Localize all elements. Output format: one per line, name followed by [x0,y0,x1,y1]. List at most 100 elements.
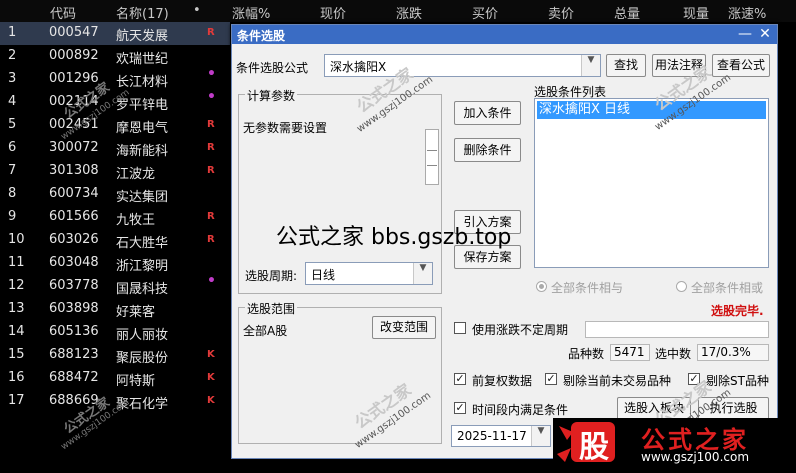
stock-row[interactable]: 7 301308 江波龙 R [0,160,230,183]
header-price[interactable]: 现价 [320,3,346,22]
stock-name: 长江材料 [116,75,169,90]
date-picker[interactable]: 2025-11-17 ▼ [451,425,551,447]
radio-and-label[interactable]: 全部条件相与 [551,279,623,296]
header-ask[interactable]: 卖价 [548,3,574,22]
stock-code: 301308 [49,163,99,178]
stock-row[interactable]: 10 603026 石大胜华 R [0,229,230,252]
stock-row[interactable]: 16 688472 阿特斯 K [0,367,230,390]
stock-row[interactable]: 13 603898 好莱客 [0,298,230,321]
header-change[interactable]: 涨跌 [396,3,422,22]
dialog-titlebar[interactable]: 条件选股 — ✕ [232,25,777,44]
header-cur-volume[interactable]: 现量 [683,3,709,22]
stock-name: 航天发展 [116,29,169,44]
row-number: 4 [8,94,17,109]
stock-row[interactable]: 3 001296 长江材料 • [0,66,230,91]
stock-code: 601566 [49,209,99,224]
chevron-down-icon[interactable]: ▼ [581,55,600,76]
row-number: 17 [8,393,25,408]
stock-mark: • [207,273,216,289]
period-select[interactable]: 日线 ▼ [305,262,433,285]
range-value: 全部A股 [243,324,288,338]
stock-name: 江波龙 [116,167,156,182]
stock-mark: • [207,66,216,82]
stock-name: 欢瑞世纪 [116,52,169,67]
stock-row[interactable]: 15 688123 聚辰股份 K [0,344,230,367]
row-number: 14 [8,324,25,339]
stock-mark: R [207,119,215,130]
scroll-thumb-icon[interactable] [427,150,437,166]
add-condition-button[interactable]: 加入条件 [454,101,521,125]
header-bid[interactable]: 买价 [472,3,498,22]
row-number: 6 [8,140,17,155]
row-number: 9 [8,209,17,224]
period-label: 选股周期: [245,269,298,283]
close-button[interactable]: ✕ [755,25,775,44]
stock-name: 九牧王 [116,213,156,228]
range-group: 选股范围 全部A股 改变范围 [238,300,442,444]
minimize-button[interactable]: — [735,25,755,44]
header-name[interactable]: 名称(17) [116,3,169,22]
brand-logo: 股 公式之家 www.gszj100.com [553,418,796,469]
fq-label[interactable]: 前复权数据 [472,372,532,389]
uncertain-period-checkbox[interactable] [454,322,466,334]
period-value: 日线 [311,268,336,282]
stock-row[interactable]: 2 000892 欢瑞世纪 [0,45,230,68]
fq-checkbox[interactable]: ✓ [454,373,466,385]
chevron-down-icon[interactable]: ▼ [531,426,550,446]
row-number: 11 [8,255,25,270]
hit-label: 选中数 [655,347,692,361]
remove-suspended-checkbox[interactable]: ✓ [545,373,557,385]
uncertain-period-label[interactable]: 使用涨跌不定周期 [472,321,568,338]
date-value: 2025-11-17 [457,429,527,443]
time-range-label[interactable]: 时间段内满足条件 [472,401,568,418]
remove-condition-button[interactable]: 删除条件 [454,138,521,162]
dialog-title: 条件选股 [237,29,286,43]
uncertain-period-input[interactable] [585,321,769,338]
condition-list-item[interactable]: 深水擒阳X 日线 [537,101,766,119]
stock-mark: R [207,142,215,153]
column-header: 代码 名称(17) • 涨幅% 现价 涨跌 买价 卖价 总量 现量 涨速% [0,0,796,22]
stock-name: 石大胜华 [116,236,169,251]
stock-row[interactable]: 8 600734 实达集团 [0,183,230,206]
site-watermark: 公式之家 bbs.gszb.top [276,225,512,250]
stock-row[interactable]: 14 605136 丽人丽妆 [0,321,230,344]
range-group-title: 选股范围 [245,300,298,317]
stock-row[interactable]: 12 603778 国晟科技 • [0,273,230,298]
hit-value: 17/0.3% [697,344,769,361]
stock-row[interactable]: 1 000547 航天发展 R [0,22,230,45]
row-number: 15 [8,347,25,362]
stock-name: 聚辰股份 [116,351,169,366]
radio-or[interactable] [676,281,687,292]
header-change-pct[interactable]: 涨幅% [232,3,270,22]
condition-list[interactable]: 深水擒阳X 日线 [534,98,769,268]
stock-row[interactable]: 6 300072 海新能科 R [0,137,230,160]
row-number: 5 [8,117,17,132]
stock-row[interactable]: 9 601566 九牧王 R [0,206,230,229]
header-volume[interactable]: 总量 [614,3,640,22]
params-group-title: 计算参数 [245,87,298,104]
change-range-button[interactable]: 改变范围 [372,316,436,339]
row-number: 7 [8,163,17,178]
stock-row[interactable]: 11 603048 浙江黎明 [0,252,230,275]
view-formula-button[interactable]: 查看公式 [712,54,770,77]
stock-code: 000547 [49,25,99,40]
row-number: 1 [8,25,17,40]
chevron-down-icon[interactable]: ▼ [413,263,432,284]
formula-select[interactable]: 深水擒阳X ▼ [324,54,601,77]
time-range-checkbox[interactable]: ✓ [454,402,466,414]
stock-name: 海新能科 [116,144,169,159]
header-code[interactable]: 代码 [50,3,76,22]
radio-and[interactable] [536,281,547,292]
stock-mark: K [207,349,215,360]
stock-mark: R [207,211,215,222]
remove-st-label[interactable]: 剔除ST品种 [706,372,769,389]
remove-suspended-label[interactable]: 剔除当前未交易品种 [563,372,671,389]
params-scrollbar[interactable] [425,129,439,185]
stock-code: 688123 [49,347,99,362]
count-label: 品种数 [568,347,605,361]
stock-row[interactable]: 5 002451 摩恩电气 R [0,114,230,137]
radio-or-label[interactable]: 全部条件相或 [691,279,763,296]
stock-mark: R [207,165,215,176]
header-speed[interactable]: 涨速% [728,3,766,22]
find-button[interactable]: 查找 [606,54,646,77]
